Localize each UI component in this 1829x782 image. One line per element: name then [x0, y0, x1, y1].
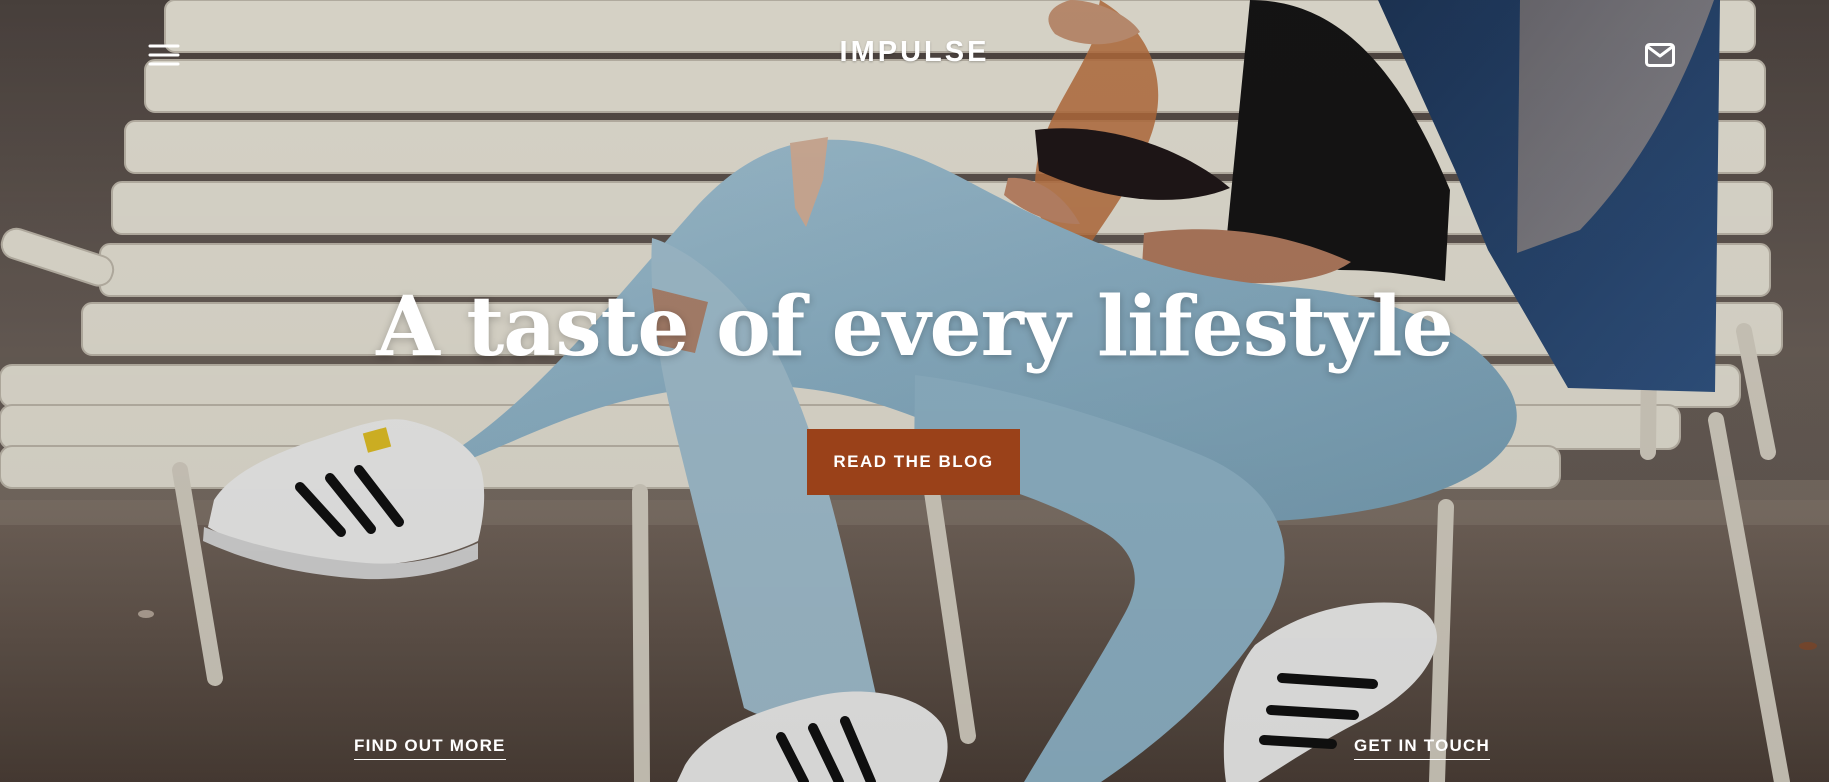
find-out-more-link[interactable]: FIND OUT MORE	[354, 736, 506, 760]
read-the-blog-button[interactable]: READ THE BLOG	[807, 429, 1020, 495]
get-in-touch-link[interactable]: GET IN TOUCH	[1354, 736, 1490, 760]
mail-icon[interactable]	[1644, 39, 1676, 71]
top-navigation: IMPULSE	[0, 0, 1829, 96]
hero-background-image	[0, 0, 1829, 782]
hero-section: IMPULSE A taste of every lifestyle READ …	[0, 0, 1829, 782]
hero-headline: A taste of every lifestyle	[376, 279, 1454, 375]
brand-logo[interactable]: IMPULSE	[0, 36, 1829, 69]
